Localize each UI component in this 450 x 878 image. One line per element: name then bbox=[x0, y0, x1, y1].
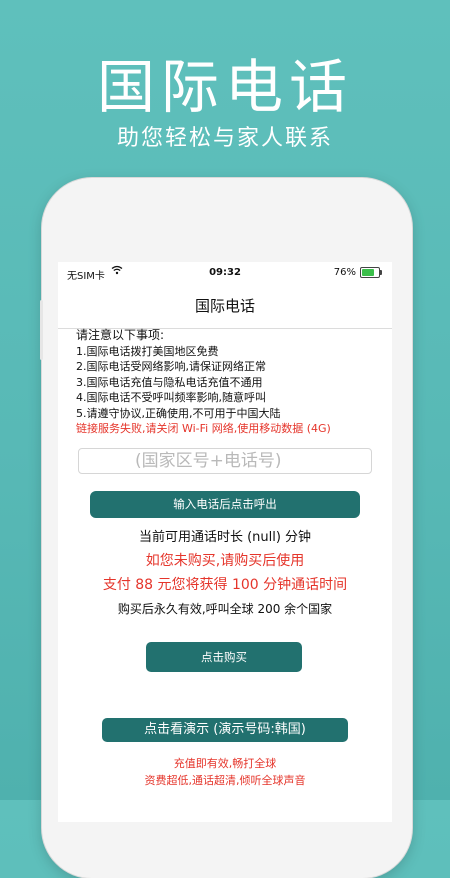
available-duration: 当前可用通话时长 (null) 分钟 bbox=[138, 530, 312, 545]
phone-number-input[interactable] bbox=[78, 448, 372, 474]
hero-title: 国际电话 bbox=[96, 53, 353, 121]
validity-note: 购买后永久有效,呼叫全球 200 余个国家 bbox=[117, 602, 333, 616]
network-warning: 链接服务失败,请关闭 Wi-Fi 网络,使用移动数据 (4G) bbox=[76, 422, 331, 435]
nav-bar: 国际电话 bbox=[58, 284, 392, 329]
battery-percent: 76% bbox=[333, 267, 356, 278]
call-button[interactable]: 输入电话后点击呼出 bbox=[90, 491, 360, 518]
notice-item: 3.国际电话充值与隐私电话充值不通用 bbox=[76, 375, 263, 389]
phone-screen: 无SIM卡 09:32 76% 国际电话 请注意以下事项: 1.国际电话拨打美国… bbox=[58, 262, 392, 822]
buy-prompt: 如您未购买,请购买后使用 bbox=[145, 553, 305, 569]
notice-item: 2.国际电话受网络影响,请保证网络正常 bbox=[76, 360, 266, 373]
battery-fill bbox=[362, 269, 375, 276]
demo-button[interactable]: 点击看演示 (演示号码:韩国) bbox=[102, 718, 348, 742]
page-title: 国际电话 bbox=[194, 297, 255, 315]
notice-heading: 请注意以下事项: bbox=[76, 328, 165, 342]
notice-item: 4.国际电话不受呼叫频率影响,随意呼叫 bbox=[76, 391, 266, 404]
promo-line: 充值即有效,畅打全球 bbox=[173, 757, 277, 770]
battery-icon bbox=[360, 267, 382, 278]
notice-section: 请注意以下事项: 1.国际电话拨打美国地区免费 2.国际电话受网络影响,请保证网… bbox=[76, 328, 376, 437]
hero-subtitle: 助您轻松与家人联系 bbox=[116, 126, 333, 151]
phone-side-button bbox=[40, 300, 43, 360]
promo-line: 资费超低,通话超清,倾听全球声音 bbox=[144, 774, 306, 787]
status-bar: 无SIM卡 09:32 76% bbox=[58, 262, 392, 284]
price-offer: 支付 88 元您将获得 100 分钟通话时间 bbox=[102, 577, 348, 593]
notice-item: 1.国际电话拨打美国地区免费 bbox=[76, 344, 219, 358]
buy-button[interactable]: 点击购买 bbox=[146, 642, 302, 672]
notice-item: 5.请遵守协议,正确使用,不可用于中国大陆 bbox=[76, 406, 281, 420]
